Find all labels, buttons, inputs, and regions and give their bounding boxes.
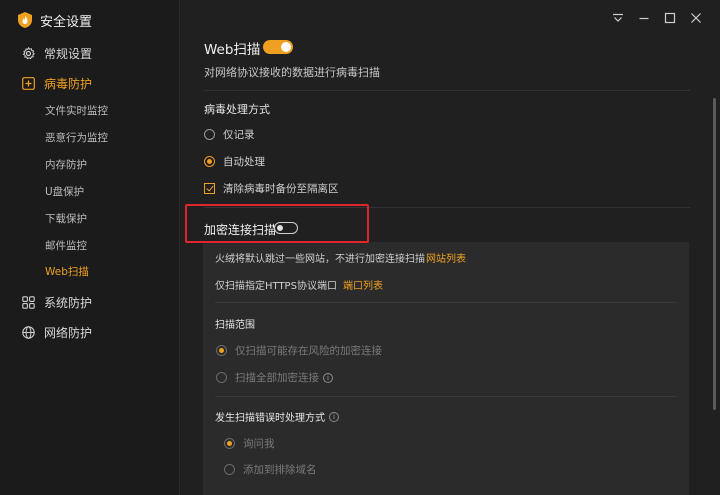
skip-sites-text: 火绒将默认跳过一些网站，不进行加密连接扫描 [215, 254, 425, 265]
web-scan-description: 对网络协议接收的数据进行病毒扫描 [204, 66, 380, 79]
globe-icon [22, 325, 35, 339]
nav-label-network-protection: 网络防护 [44, 325, 93, 340]
radio-error-ask[interactable]: 询问我 [224, 436, 275, 451]
sidebar: 安全设置 常规设置 病毒防护 文件实时监控 恶意行为监控 内存防护 U盘保护 下… [0, 0, 180, 495]
radio-label: 扫描全部加密连接 [235, 372, 319, 384]
sub-item-usb-protection[interactable]: U盘保护 [45, 180, 84, 202]
scan-scope-title: 扫描范围 [215, 320, 255, 331]
checkbox-backup-quarantine[interactable]: 清除病毒时备份至隔离区 [204, 181, 339, 196]
plus-square-icon [22, 76, 35, 90]
menu-dropdown-icon[interactable] [610, 10, 626, 26]
highlight-annotation-box [185, 204, 369, 243]
nav-item-network-protection[interactable]: 网络防护 [0, 318, 180, 346]
radio-circle-disabled [224, 438, 235, 449]
nav-item-general[interactable]: 常规设置 [0, 39, 180, 67]
close-icon[interactable] [688, 10, 704, 26]
sub-item-download-protection[interactable]: 下载保护 [45, 207, 87, 229]
minimize-icon[interactable] [636, 10, 652, 26]
panel-divider [215, 396, 677, 397]
divider [204, 90, 690, 91]
radio-record-only[interactable]: 仅记录 [204, 127, 255, 142]
radio-circle-disabled [224, 464, 235, 475]
radio-error-exclude[interactable]: 添加到排除域名 [224, 462, 317, 477]
radio-auto-handle[interactable]: 自动处理 [204, 154, 265, 169]
sub-item-behavior-monitor[interactable]: 恶意行为监控 [45, 126, 108, 148]
web-scan-toggle[interactable] [263, 40, 293, 54]
sub-item-file-monitor[interactable]: 文件实时监控 [45, 99, 108, 121]
gear-icon [22, 46, 35, 59]
scan-error-title-row: 发生扫描错误时处理方式 i [215, 409, 339, 424]
radio-circle-disabled [216, 345, 227, 356]
shield-logo-icon [18, 12, 32, 28]
nav-label-general: 常规设置 [44, 46, 93, 61]
panel-divider [215, 302, 677, 303]
toggle-knob [281, 42, 291, 52]
radio-label: 添加到排除域名 [243, 464, 317, 476]
site-list-link[interactable]: 网站列表 [426, 250, 466, 265]
scrollbar[interactable] [713, 98, 716, 410]
radio-circle [204, 129, 215, 140]
virus-handling-title: 病毒处理方式 [204, 103, 270, 116]
nav-item-virus-protection[interactable]: 病毒防护 [0, 69, 180, 97]
radio-label: 自动处理 [223, 156, 265, 168]
radio-label: 仅记录 [223, 129, 255, 141]
sub-item-mail-monitor[interactable]: 邮件监控 [45, 234, 87, 256]
radio-label: 询问我 [243, 438, 275, 450]
web-scan-title: Web扫描 [204, 42, 261, 58]
settings-window: 安全设置 常规设置 病毒防护 文件实时监控 恶意行为监控 内存防护 U盘保护 下… [0, 0, 720, 495]
radio-circle-disabled [216, 372, 227, 383]
sub-item-memory-protection[interactable]: 内存防护 [45, 153, 87, 175]
maximize-icon[interactable] [662, 10, 678, 26]
nav-item-system-protection[interactable]: 系统防护 [0, 288, 180, 316]
app-title: 安全设置 [40, 14, 93, 30]
checkbox-checked [204, 183, 215, 194]
https-ports-text: 仅扫描指定HTTPS协议端口 [215, 281, 337, 292]
port-list-link[interactable]: 端口列表 [343, 277, 383, 292]
grid-icon [22, 295, 35, 309]
app-header: 安全设置 [18, 10, 92, 30]
radio-circle-checked [204, 156, 215, 167]
sub-item-web-scan[interactable]: Web扫描 [45, 260, 89, 282]
nav-label-system-protection: 系统防护 [44, 295, 93, 310]
nav-label-virus-protection: 病毒防护 [44, 76, 93, 91]
info-icon[interactable]: i [323, 372, 333, 383]
scan-error-title: 发生扫描错误时处理方式 [215, 413, 325, 424]
radio-label: 仅扫描可能存在风险的加密连接 [235, 345, 382, 357]
radio-scope-all[interactable]: 扫描全部加密连接 i [216, 370, 333, 385]
checkbox-label: 清除病毒时备份至隔离区 [223, 183, 339, 195]
radio-scope-risky[interactable]: 仅扫描可能存在风险的加密连接 [216, 343, 382, 358]
info-icon[interactable]: i [329, 411, 339, 422]
